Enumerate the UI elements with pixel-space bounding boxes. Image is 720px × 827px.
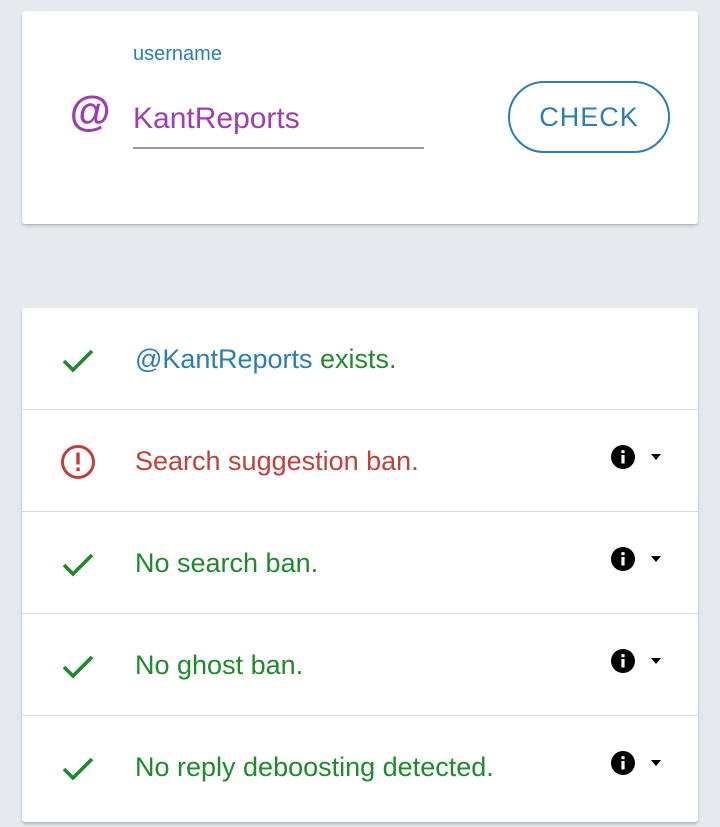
- details-toggle[interactable]: [610, 444, 664, 474]
- result-text: No search ban.: [135, 548, 319, 578]
- username-label: username: [133, 43, 222, 65]
- caret-down-icon: [651, 556, 661, 562]
- username-input[interactable]: [133, 91, 424, 149]
- check-icon: [62, 349, 94, 373]
- result-row-ghost-ban: No ghost ban.: [22, 614, 698, 716]
- exists-suffix: exists.: [312, 344, 397, 374]
- check-icon: [62, 655, 94, 679]
- info-icon: [611, 445, 635, 469]
- details-toggle[interactable]: [610, 648, 664, 678]
- check-icon: [62, 757, 94, 781]
- caret-down-icon: [651, 454, 661, 460]
- info-icon: [611, 751, 635, 775]
- username-handle: @KantReports: [135, 344, 313, 374]
- info-icon: [611, 649, 635, 673]
- alert-circle-icon: [61, 445, 95, 479]
- result-row-reply-deboosting: No reply deboosting detected.: [22, 716, 698, 818]
- check-button[interactable]: CHECK: [508, 81, 670, 153]
- check-icon: [62, 553, 94, 577]
- result-text: No ghost ban.: [135, 650, 304, 680]
- info-icon: [611, 547, 635, 571]
- result-text: Search suggestion ban.: [135, 446, 419, 476]
- at-sign-icon: @: [69, 88, 110, 135]
- result-row-search-ban: No search ban.: [22, 512, 698, 614]
- details-toggle[interactable]: [610, 750, 664, 780]
- details-toggle[interactable]: [610, 546, 664, 576]
- result-row-exists: @KantReports exists.: [22, 308, 698, 410]
- caret-down-icon: [651, 760, 661, 766]
- username-search-card: @ username CHECK: [22, 11, 698, 224]
- caret-down-icon: [651, 658, 661, 664]
- result-text: No reply deboosting detected.: [135, 752, 494, 782]
- result-row-search-suggestion-ban: Search suggestion ban.: [22, 410, 698, 512]
- result-text-exists: @KantReports exists.: [135, 308, 397, 410]
- results-card: @KantReports exists. Search suggestion b…: [22, 308, 698, 822]
